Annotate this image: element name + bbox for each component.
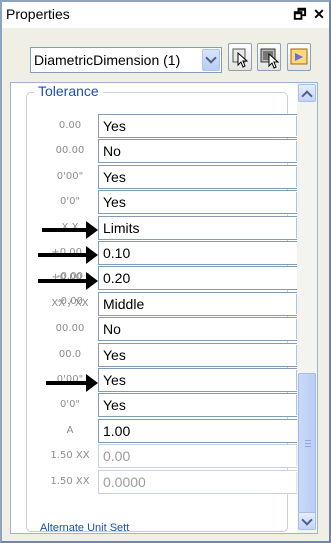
property-value: 0.00 (103, 448, 131, 464)
property-row: 0.00 Yes (46, 114, 317, 138)
pickadd-toggle-icon (290, 48, 308, 65)
property-row: 0'00" Yes (46, 165, 317, 189)
palette-titlebar[interactable]: Properties 🗗 ✕ (2, 2, 329, 28)
property-input[interactable]: 1.00 (98, 419, 317, 443)
scroll-thumb[interactable] (298, 373, 316, 515)
property-select[interactable]: Yes (98, 114, 317, 138)
property-select[interactable]: Limits (98, 216, 317, 240)
property-input[interactable]: 0.10 (98, 241, 317, 265)
property-select[interactable]: Yes (98, 190, 317, 214)
callout-arrow (38, 272, 98, 290)
next-group-partial-title: Alternate Unit Sett (40, 522, 130, 534)
property-select: 0.0000 (98, 470, 317, 494)
object-type-value: DiametricDimension (1) (34, 52, 181, 68)
property-value: Yes (103, 169, 126, 185)
property-row: 0'0" Yes (46, 190, 317, 214)
callout-arrow (38, 246, 98, 264)
property-icon: 0'00" (56, 171, 84, 182)
property-icon: 1.50 XX (50, 476, 90, 487)
property-value: 0.10 (103, 245, 131, 261)
property-value: Yes (103, 347, 126, 363)
vertical-scrollbar[interactable] (297, 83, 317, 533)
toggle-pickadd-button[interactable] (228, 43, 252, 71)
property-select[interactable]: Yes (98, 393, 317, 417)
quick-select-icon (260, 48, 280, 69)
close-icon[interactable]: ✕ (311, 5, 327, 23)
property-value: Yes (103, 118, 126, 134)
property-icon: XX / XX (51, 298, 89, 309)
property-select[interactable]: Yes (98, 343, 317, 367)
property-select[interactable]: Middle (98, 292, 317, 316)
scroll-up-icon[interactable] (298, 84, 316, 102)
property-row: 1.50 XX 0.0000 (46, 470, 317, 494)
property-select[interactable]: No (98, 139, 317, 163)
property-value: 0.0000 (103, 474, 146, 490)
property-value: No (103, 321, 121, 337)
property-value: Middle (103, 296, 145, 312)
property-value: Yes (103, 194, 126, 210)
property-icon: 00.00 (55, 323, 85, 334)
chevron-down-icon[interactable] (202, 49, 220, 71)
property-row: A 1.00 (46, 419, 317, 443)
property-value: Yes (103, 397, 126, 413)
callout-arrow (42, 221, 98, 239)
restore-window-icon[interactable]: 🗗 (292, 5, 308, 23)
palette-title: Properties (6, 6, 70, 22)
property-select[interactable]: Yes (98, 368, 317, 392)
property-row: XX / XX Middle (46, 292, 317, 316)
property-value: 0.20 (103, 270, 131, 286)
property-value: Yes (103, 372, 126, 388)
property-row: 00.0 Yes (46, 343, 317, 367)
callout-arrow (46, 374, 98, 392)
property-input[interactable]: 0.20 (98, 266, 317, 290)
property-row: 00.00 No (46, 317, 317, 341)
property-icon: 0.00 (58, 120, 82, 131)
tolerance-group-title[interactable]: Tolerance (34, 83, 103, 99)
object-type-select[interactable]: DiametricDimension (1) (30, 47, 222, 73)
property-select: 0.00 (98, 444, 317, 468)
select-objects-button[interactable] (257, 43, 281, 71)
select-objects-icon (232, 48, 249, 68)
property-row: +0.00 / -0.00 0.20 (46, 266, 317, 307)
property-icon: 1.50 XX (50, 450, 90, 461)
property-icon: 0'0" (59, 399, 81, 410)
property-icon: 00.0 (58, 349, 82, 360)
property-row: 1.50 XX 0.00 (46, 444, 317, 468)
property-value: 1.00 (103, 423, 131, 439)
property-value: No (103, 143, 121, 159)
quick-select-button[interactable] (287, 43, 311, 71)
property-row: 0'0" Yes (46, 393, 317, 417)
property-row: 00.00 No (46, 139, 317, 163)
property-icon: 00.00 (55, 145, 85, 156)
scroll-down-icon[interactable] (298, 512, 316, 530)
property-select[interactable]: No (98, 317, 317, 341)
property-icon: A (66, 425, 74, 436)
property-select[interactable]: Yes (98, 165, 317, 189)
property-icon: 0'0" (59, 196, 81, 207)
property-value: Limits (103, 220, 140, 236)
property-row: 0'00" Yes (46, 368, 317, 392)
